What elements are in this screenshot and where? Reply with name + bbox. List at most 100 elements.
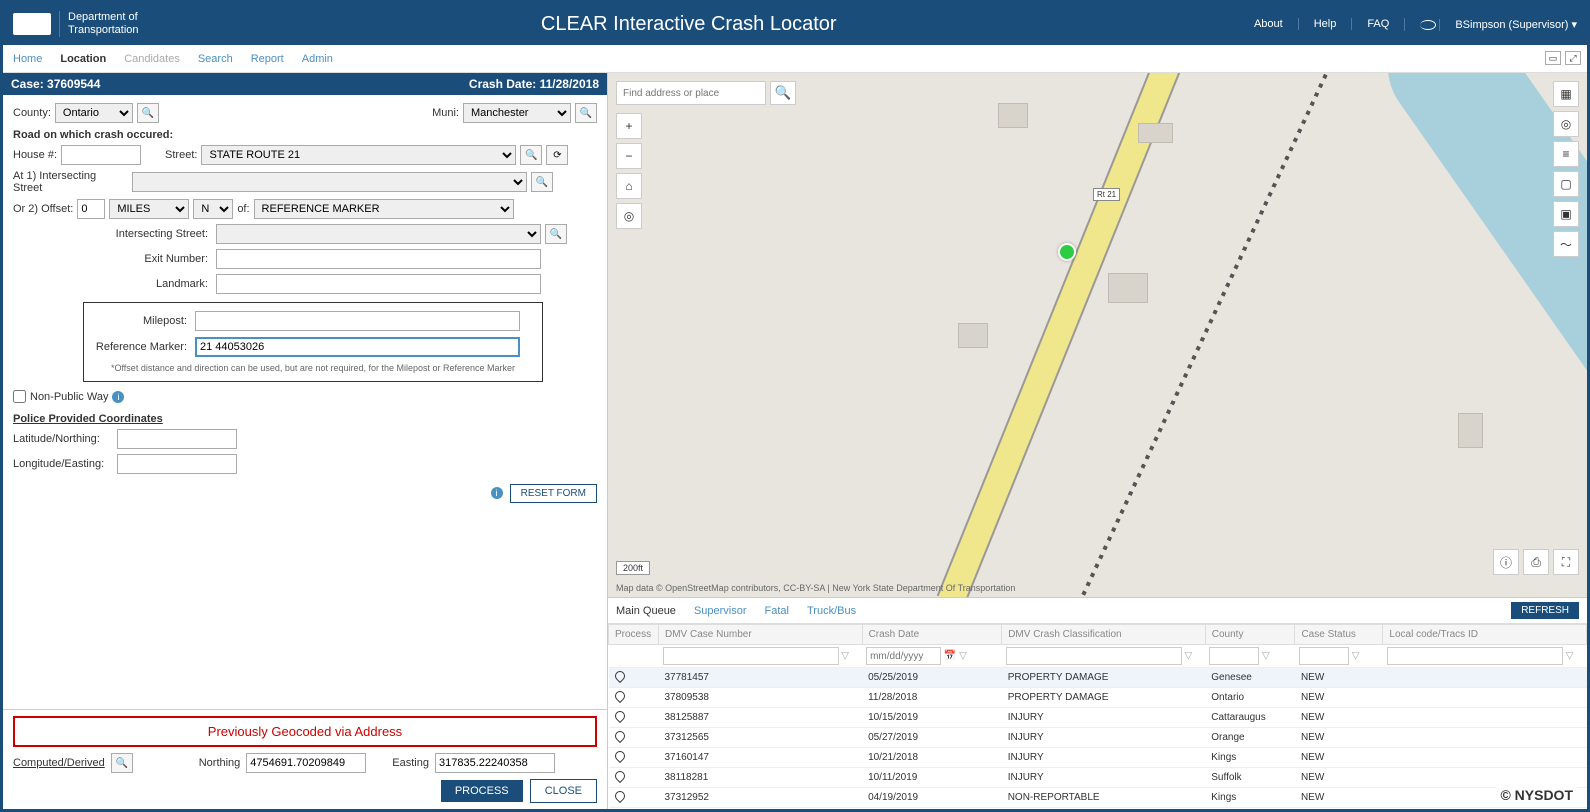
info-tool-icon[interactable]: ⓘ — [1493, 549, 1519, 575]
refmarker-input[interactable] — [195, 337, 520, 357]
tab-truckbus[interactable]: Truck/Bus — [807, 605, 856, 617]
panel-toggle-icon[interactable]: ▭ — [1545, 51, 1561, 65]
fullscreen-icon[interactable]: ⛶ — [1553, 549, 1579, 575]
street-action-icon[interactable]: ⟳ — [546, 145, 568, 165]
crash-marker-icon[interactable] — [1058, 243, 1076, 261]
pin-icon[interactable] — [612, 749, 626, 763]
nav-user[interactable]: BSimpson (Supervisor) ▾ — [1404, 18, 1577, 31]
table-row[interactable]: 38089605 12/16/2019 PROPERTY DAMAGE Alba… — [609, 808, 1587, 810]
filter-icon[interactable]: ▽ — [1184, 651, 1192, 662]
col-status[interactable]: Case Status — [1295, 625, 1383, 645]
milepost-input[interactable] — [195, 311, 520, 331]
map[interactable]: Rt 21 🔍 + − ⌂ ◎ ▦ ◎ ≡ ▢ ▣ 〜 ⓘ ⎙ — [608, 73, 1587, 597]
legend-icon[interactable]: ≡ — [1553, 141, 1579, 167]
process-button[interactable]: PROCESS — [441, 780, 523, 802]
filter-class[interactable] — [1006, 647, 1182, 665]
tab-report[interactable]: Report — [251, 53, 284, 65]
intersecting-street-1[interactable] — [132, 172, 527, 192]
filter-case[interactable] — [663, 647, 839, 665]
pin-icon[interactable] — [612, 689, 626, 703]
table-row[interactable]: 37781457 05/25/2019 PROPERTY DAMAGE Gene… — [609, 668, 1587, 688]
street-search-icon[interactable]: 🔍 — [520, 145, 542, 165]
bookmark-icon[interactable]: ▢ — [1553, 171, 1579, 197]
pin-icon[interactable] — [612, 669, 626, 683]
basemap-icon[interactable]: ▦ — [1553, 81, 1579, 107]
reset-info-icon[interactable]: i — [491, 487, 503, 499]
nav-about[interactable]: About — [1239, 18, 1283, 30]
tab-home[interactable]: Home — [13, 53, 42, 65]
layers-icon[interactable]: ◎ — [1553, 111, 1579, 137]
map-search-button[interactable]: 🔍 — [770, 81, 796, 105]
queue-table: Process DMV Case Number Crash Date DMV C… — [608, 624, 1587, 809]
table-row[interactable]: 38125887 10/15/2019 INJURY Cattaraugus N… — [609, 708, 1587, 728]
filter-local[interactable] — [1387, 647, 1563, 665]
measure-icon[interactable]: ▣ — [1553, 201, 1579, 227]
nav-faq[interactable]: FAQ — [1351, 18, 1389, 30]
county-search-icon[interactable]: 🔍 — [137, 103, 159, 123]
table-row[interactable]: 37312952 04/19/2019 NON-REPORTABLE Kings… — [609, 788, 1587, 808]
table-row[interactable]: 38118281 10/11/2019 INJURY Suffolk NEW — [609, 768, 1587, 788]
reset-form-button[interactable]: RESET FORM — [510, 484, 597, 503]
pin-icon[interactable] — [612, 709, 626, 723]
tab-supervisor[interactable]: Supervisor — [694, 605, 747, 617]
zoom-in-icon[interactable]: + — [616, 113, 642, 139]
zoom-out-icon[interactable]: − — [616, 143, 642, 169]
tab-admin[interactable]: Admin — [302, 53, 333, 65]
table-row[interactable]: 37312565 05/27/2019 INJURY Orange NEW — [609, 728, 1587, 748]
tab-search[interactable]: Search — [198, 53, 233, 65]
filter-status[interactable] — [1299, 647, 1349, 665]
easting-input[interactable] — [435, 753, 555, 773]
house-input[interactable] — [61, 145, 141, 165]
filter-county[interactable] — [1209, 647, 1259, 665]
northing-input[interactable] — [246, 753, 366, 773]
col-class[interactable]: DMV Crash Classification — [1002, 625, 1206, 645]
county-select[interactable]: Ontario — [55, 103, 133, 123]
filter-icon[interactable]: ▽ — [1262, 651, 1270, 662]
col-process[interactable]: Process — [609, 625, 659, 645]
int2-search-icon[interactable]: 🔍 — [545, 224, 567, 244]
filter-icon[interactable]: ▽ — [959, 651, 967, 662]
nonpublic-checkbox[interactable] — [13, 390, 26, 403]
int1-search-icon[interactable]: 🔍 — [531, 172, 553, 192]
col-case[interactable]: DMV Case Number — [659, 625, 863, 645]
of-select[interactable]: REFERENCE MARKER — [254, 199, 514, 219]
landmark-input[interactable] — [216, 274, 541, 294]
col-date[interactable]: Crash Date — [862, 625, 1002, 645]
tab-candidates[interactable]: Candidates — [124, 53, 180, 65]
info-icon[interactable]: i — [112, 391, 124, 403]
refresh-button[interactable]: REFRESH — [1511, 602, 1579, 619]
pin-icon[interactable] — [612, 789, 626, 803]
tab-main-queue[interactable]: Main Queue — [616, 605, 676, 617]
lat-input[interactable] — [117, 429, 237, 449]
muni-search-icon[interactable]: 🔍 — [575, 103, 597, 123]
exit-input[interactable] — [216, 249, 541, 269]
offset-dir-select[interactable]: N — [193, 199, 233, 219]
pin-icon[interactable] — [612, 769, 626, 783]
col-local[interactable]: Local code/Tracs ID — [1383, 625, 1587, 645]
muni-select[interactable]: Manchester — [463, 103, 571, 123]
locate-icon[interactable]: ◎ — [616, 203, 642, 229]
table-row[interactable]: 37809538 11/28/2018 PROPERTY DAMAGE Onta… — [609, 688, 1587, 708]
pin-icon[interactable] — [612, 729, 626, 743]
nav-help[interactable]: Help — [1298, 18, 1337, 30]
lon-input[interactable] — [117, 454, 237, 474]
street-select[interactable]: STATE ROUTE 21 — [201, 145, 516, 165]
chart-icon[interactable]: 〜 — [1553, 231, 1579, 257]
tab-location[interactable]: Location — [60, 53, 106, 65]
filter-date[interactable] — [866, 647, 941, 665]
col-county[interactable]: County — [1205, 625, 1295, 645]
intersecting-street-2[interactable] — [216, 224, 541, 244]
offset-unit-select[interactable]: MILES — [109, 199, 189, 219]
filter-icon[interactable]: ▽ — [1566, 651, 1574, 662]
expand-icon[interactable]: ⤢ — [1565, 51, 1581, 65]
print-icon[interactable]: ⎙ — [1523, 549, 1549, 575]
table-row[interactable]: 37160147 10/21/2018 INJURY Kings NEW — [609, 748, 1587, 768]
tab-fatal[interactable]: Fatal — [765, 605, 789, 617]
home-extent-icon[interactable]: ⌂ — [616, 173, 642, 199]
map-search-input[interactable] — [616, 81, 766, 105]
offset-value-input[interactable] — [77, 199, 105, 219]
computed-search-icon[interactable]: 🔍 — [111, 753, 133, 773]
filter-icon[interactable]: ▽ — [1352, 651, 1360, 662]
close-button[interactable]: CLOSE — [530, 779, 597, 803]
filter-icon[interactable]: ▽ — [841, 651, 849, 662]
